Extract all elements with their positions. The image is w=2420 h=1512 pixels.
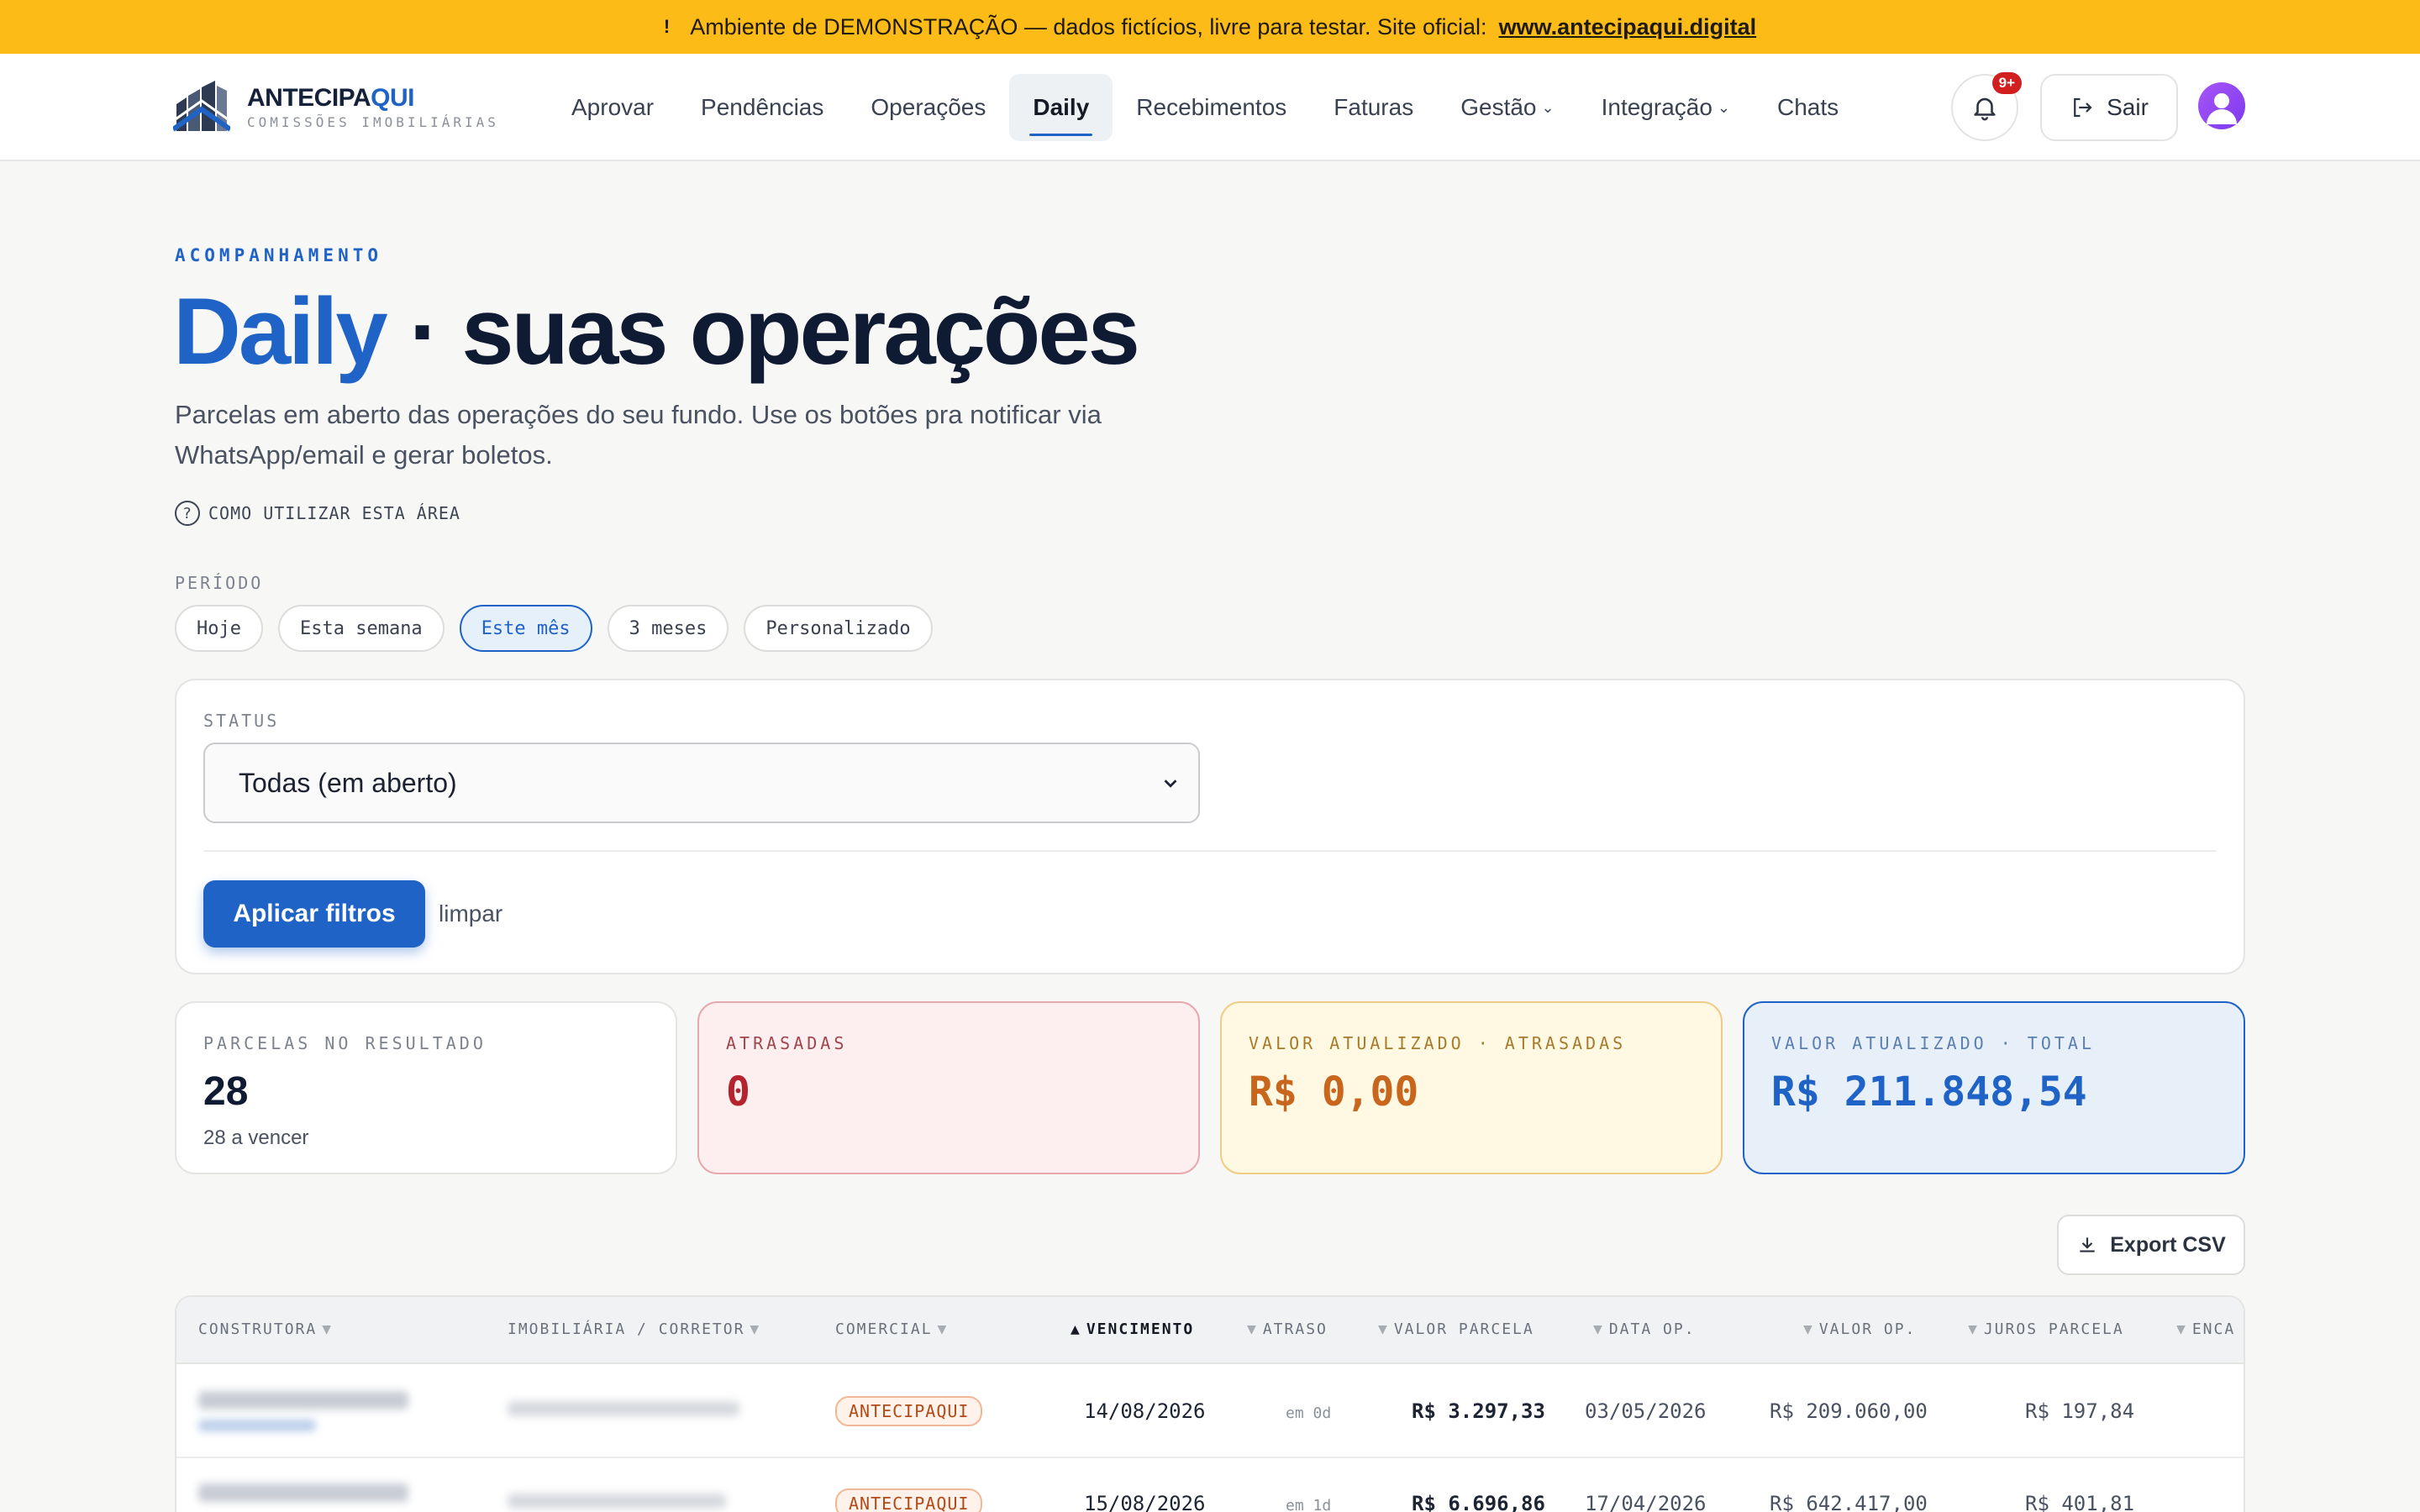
column-header-vencimento[interactable]: ▲ VENCIMENTO bbox=[1071, 1320, 1194, 1338]
cell-atraso: em 1d bbox=[1286, 1497, 1332, 1512]
status-label: STATUS bbox=[203, 711, 280, 731]
bell-icon bbox=[1974, 97, 1996, 121]
table-row[interactable]: ANTECIPAQUI 14/08/2026 em 0d R$ 3.297,33… bbox=[176, 1364, 2244, 1458]
cell-valor-parcela: R$ 6.696,86 bbox=[1412, 1492, 1545, 1512]
period-chips: Hoje Esta semana Este mês 3 meses Person… bbox=[175, 605, 933, 652]
column-header-atraso[interactable]: ▼ ATRASO bbox=[1247, 1320, 1328, 1338]
status-select[interactable]: Todas (em aberto) bbox=[203, 743, 1200, 823]
user-icon bbox=[2207, 93, 2237, 124]
page-subtitle: Parcelas em aberto das operações do seu … bbox=[175, 400, 1102, 470]
table-row[interactable]: ANTECIPAQUI 15/08/2026 em 1d R$ 6.696,86… bbox=[176, 1460, 2244, 1512]
column-header-data-op[interactable]: ▼ DATA OP. bbox=[1593, 1320, 1696, 1338]
redacted-construtora bbox=[198, 1483, 408, 1502]
period-chip-this-week[interactable]: Esta semana bbox=[277, 605, 445, 652]
cell-data-op: 03/05/2026 bbox=[1585, 1399, 1707, 1423]
logout-button[interactable]: Sair bbox=[2040, 74, 2178, 141]
warning-icon: ! bbox=[663, 16, 671, 37]
nav-item-daily[interactable]: Daily bbox=[1009, 74, 1113, 141]
status-select-value: Todas (em aberto) bbox=[239, 767, 457, 798]
kpi-overdue: ATRASADAS 0 bbox=[697, 1001, 1200, 1174]
kpi-value: 28 bbox=[203, 1069, 249, 1114]
kpi-label: VALOR ATUALIZADO · ATRASADAS bbox=[1249, 1033, 1627, 1053]
column-header-encargos[interactable]: ▼ ENCA bbox=[2176, 1320, 2235, 1338]
column-header-juros-parcela[interactable]: ▼ JUROS PARCELA bbox=[1968, 1320, 2124, 1338]
period-label: PERÍODO bbox=[175, 573, 264, 593]
page-title: Daily · suas operações bbox=[173, 279, 1140, 384]
chevron-down-icon bbox=[1164, 780, 1177, 788]
section-eyebrow: ACOMPANHAMENTO bbox=[175, 245, 383, 265]
redacted-imobiliaria bbox=[508, 1494, 726, 1509]
main-nav: Aprovar Pendências Operações Daily Receb… bbox=[548, 74, 1862, 141]
official-site-link[interactable]: www.antecipaqui.digital bbox=[1499, 14, 1757, 40]
redacted-subtext bbox=[198, 1420, 316, 1431]
column-header-comercial[interactable]: COMERCIAL ▼ bbox=[835, 1320, 948, 1338]
column-header-valor-parcela[interactable]: ▼ VALOR PARCELA bbox=[1378, 1320, 1534, 1338]
cell-valor-op: R$ 642.417,00 bbox=[1770, 1492, 1928, 1512]
column-header-imobiliaria[interactable]: IMOBILIÁRIA / CORRETOR ▼ bbox=[508, 1320, 760, 1338]
kpi-label: PARCELAS NO RESULTADO bbox=[203, 1033, 487, 1053]
kpi-overdue-updated-value: VALOR ATUALIZADO · ATRASADAS R$ 0,00 bbox=[1220, 1001, 1723, 1174]
column-header-construtora[interactable]: CONSTRUTORA ▼ bbox=[198, 1320, 333, 1338]
building-logo-icon bbox=[173, 81, 230, 132]
cell-juros: R$ 401,81 bbox=[2025, 1492, 2135, 1512]
redacted-construtora bbox=[198, 1391, 408, 1410]
cell-valor-parcela: R$ 3.297,33 bbox=[1412, 1399, 1545, 1423]
column-header-valor-op[interactable]: ▼ VALOR OP. bbox=[1803, 1320, 1916, 1338]
notifications-button[interactable]: 9+ bbox=[1951, 72, 2022, 141]
export-csv-button[interactable]: Export CSV bbox=[2057, 1215, 2245, 1275]
chevron-down-icon: ⌄ bbox=[1717, 98, 1731, 116]
kpi-subtext: 28 a vencer bbox=[203, 1126, 309, 1149]
cell-atraso: em 0d bbox=[1286, 1404, 1332, 1422]
kpi-installments-count: PARCELAS NO RESULTADO 28 28 a vencer bbox=[175, 1001, 677, 1174]
kpi-label: VALOR ATUALIZADO · TOTAL bbox=[1771, 1033, 2095, 1053]
how-to-use-link[interactable]: ? COMO UTILIZAR ESTA ÁREA bbox=[175, 501, 460, 526]
logout-icon bbox=[2074, 97, 2092, 118]
help-icon: ? bbox=[175, 501, 200, 526]
brand-logo[interactable]: ANTECIPAQUI COMISSÕES IMOBILIÁRIAS bbox=[173, 79, 499, 134]
chevron-down-icon: ⌄ bbox=[1541, 98, 1555, 116]
period-chip-this-month[interactable]: Este mês bbox=[459, 605, 592, 652]
cell-vencimento: 15/08/2026 bbox=[1084, 1492, 1206, 1512]
period-chip-3-months[interactable]: 3 meses bbox=[607, 605, 729, 652]
nav-item-aprovar[interactable]: Aprovar bbox=[548, 74, 677, 141]
brand-tagline: COMISSÕES IMOBILIÁRIAS bbox=[247, 113, 499, 130]
nav-item-integracao[interactable]: Integração ⌄ bbox=[1578, 74, 1754, 141]
top-navigation: ANTECIPAQUI COMISSÕES IMOBILIÁRIAS Aprov… bbox=[0, 54, 2420, 161]
cell-vencimento: 14/08/2026 bbox=[1084, 1399, 1206, 1423]
table-header: CONSTRUTORA ▼ IMOBILIÁRIA / CORRETOR ▼ COM… bbox=[176, 1297, 2244, 1364]
redacted-imobiliaria bbox=[508, 1401, 739, 1416]
user-avatar[interactable] bbox=[2198, 82, 2245, 129]
kpi-label: ATRASADAS bbox=[726, 1033, 848, 1053]
nav-item-pendencias[interactable]: Pendências bbox=[677, 74, 847, 141]
nav-item-gestao[interactable]: Gestão ⌄ bbox=[1437, 74, 1577, 141]
demo-banner: ! Ambiente de DEMONSTRAÇÃO — dados fictí… bbox=[0, 0, 2420, 54]
notifications-badge: 9+ bbox=[1991, 72, 2022, 94]
filter-divider bbox=[203, 850, 2217, 852]
demo-banner-text: Ambiente de DEMONSTRAÇÃO — dados fictíci… bbox=[690, 13, 1487, 39]
installments-table: CONSTRUTORA ▼ IMOBILIÁRIA / CORRETOR ▼ COM… bbox=[175, 1295, 2245, 1512]
comercial-tag: ANTECIPAQUI bbox=[835, 1488, 983, 1512]
download-icon bbox=[2080, 1237, 2095, 1252]
brand-name: ANTECIPAQUI bbox=[247, 83, 414, 112]
kpi-value: 0 bbox=[726, 1068, 750, 1116]
nav-item-faturas[interactable]: Faturas bbox=[1310, 74, 1437, 141]
period-chip-custom[interactable]: Personalizado bbox=[744, 605, 933, 652]
filter-card: STATUS Todas (em aberto) Aplicar filtros… bbox=[175, 679, 2245, 974]
period-chip-today[interactable]: Hoje bbox=[175, 605, 263, 652]
apply-filters-button[interactable]: Aplicar filtros bbox=[203, 880, 425, 948]
cell-valor-op: R$ 209.060,00 bbox=[1770, 1399, 1928, 1423]
cell-juros: R$ 197,84 bbox=[2025, 1399, 2135, 1423]
cell-data-op: 17/04/2026 bbox=[1585, 1492, 1707, 1512]
nav-item-chats[interactable]: Chats bbox=[1754, 74, 1862, 141]
nav-item-operacoes[interactable]: Operações bbox=[847, 74, 1009, 141]
kpi-value: R$ 211.848,54 bbox=[1771, 1068, 2087, 1116]
nav-item-recebimentos[interactable]: Recebimentos bbox=[1113, 74, 1310, 141]
kpi-total-updated-value: VALOR ATUALIZADO · TOTAL R$ 211.848,54 bbox=[1743, 1001, 2245, 1174]
kpi-value: R$ 0,00 bbox=[1249, 1068, 1419, 1116]
clear-filters-link[interactable]: limpar bbox=[439, 900, 502, 927]
comercial-tag: ANTECIPAQUI bbox=[835, 1396, 983, 1426]
